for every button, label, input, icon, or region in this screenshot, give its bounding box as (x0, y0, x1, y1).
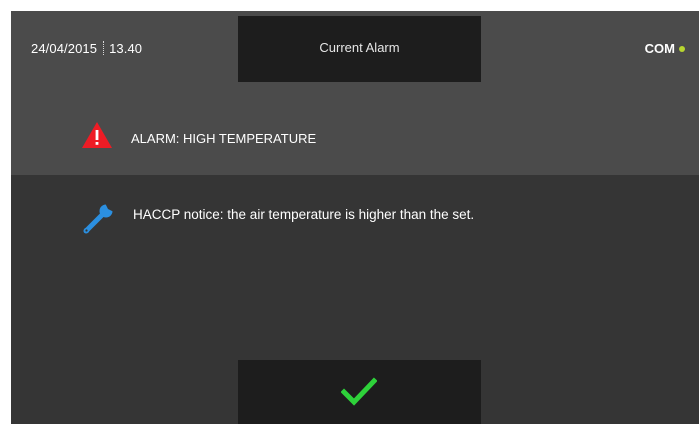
warning-triangle-icon (82, 122, 112, 148)
top-bar: 24/04/2015 13.40 Current Alarm COM (11, 11, 699, 82)
alarm-title: ALARM: HIGH TEMPERATURE (131, 131, 317, 146)
title-tab: Current Alarm (238, 16, 481, 82)
alarm-screen: 24/04/2015 13.40 Current Alarm COM ALARM:… (11, 11, 699, 424)
com-status-dot-icon (679, 46, 685, 52)
checkmark-icon (341, 377, 377, 406)
confirm-button[interactable] (238, 360, 481, 424)
date-text: 24/04/2015 (31, 41, 98, 56)
com-label: COM (644, 41, 675, 56)
datetime-separator (103, 41, 105, 55)
time-text: 13.40 (109, 41, 143, 56)
wrench-icon (83, 203, 114, 234)
alarm-banner: ALARM: HIGH TEMPERATURE (11, 82, 699, 175)
haccp-notice-text: HACCP notice: the air temperature is hig… (133, 207, 475, 222)
datetime: 24/04/2015 13.40 (31, 41, 142, 56)
com-status: COM (645, 41, 685, 56)
page-title: Current Alarm (319, 40, 400, 55)
